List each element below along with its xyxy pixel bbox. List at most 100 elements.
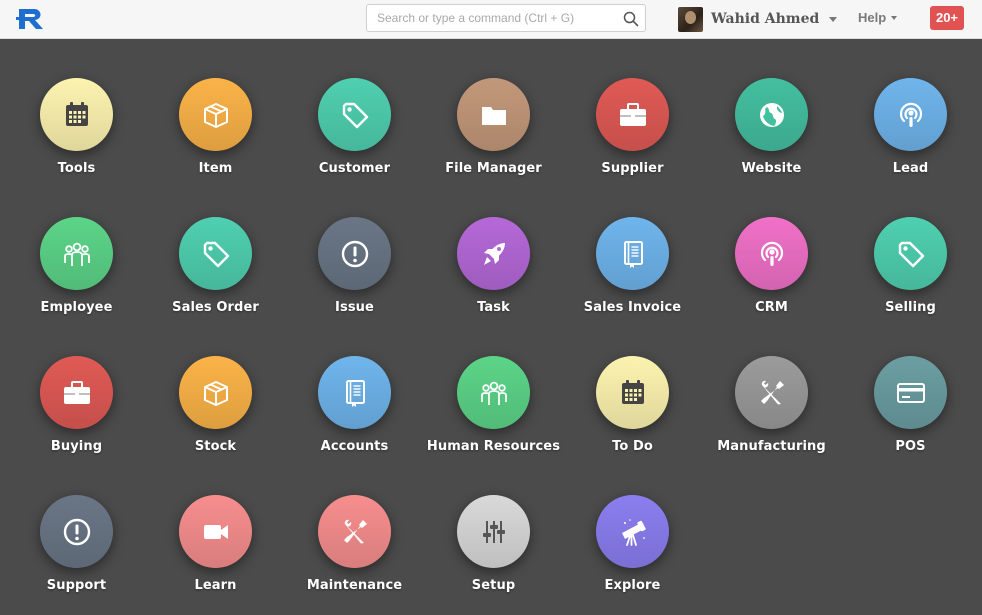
module-icon-circle[interactable] bbox=[40, 356, 113, 429]
chevron-down-icon bbox=[829, 16, 838, 22]
group-icon bbox=[63, 242, 90, 266]
module-label: POS bbox=[895, 439, 926, 454]
module-tile-sales-order[interactable]: Sales Order bbox=[146, 217, 285, 342]
exclamation-icon bbox=[63, 518, 90, 545]
wrench-screwdriver-icon bbox=[343, 519, 367, 543]
module-icon-circle[interactable] bbox=[318, 217, 391, 290]
module-tile-setup[interactable]: Setup bbox=[424, 495, 563, 615]
rocket-icon bbox=[483, 242, 505, 265]
module-tile-learn[interactable]: Learn bbox=[146, 495, 285, 615]
module-icon-circle[interactable] bbox=[874, 78, 947, 151]
folder-icon bbox=[481, 106, 506, 125]
module-icon-circle[interactable] bbox=[179, 78, 252, 151]
module-tile-maintenance[interactable]: Maintenance bbox=[285, 495, 424, 615]
module-tile-explore[interactable]: Explore bbox=[563, 495, 702, 615]
module-label: Support bbox=[46, 578, 107, 593]
module-icon-circle[interactable] bbox=[596, 356, 669, 429]
tag-icon bbox=[898, 241, 924, 267]
module-tile-support[interactable]: Support bbox=[7, 495, 146, 615]
module-icon-circle[interactable] bbox=[318, 78, 391, 151]
module-icon-circle[interactable] bbox=[457, 78, 530, 151]
module-tile-website[interactable]: Website bbox=[702, 78, 841, 203]
video-camera-icon bbox=[203, 524, 228, 539]
notification-badge[interactable]: 20+ bbox=[930, 6, 964, 30]
user-name: Wahid Ahmed bbox=[711, 11, 820, 27]
logo-icon bbox=[16, 9, 43, 29]
module-label: Employee bbox=[40, 300, 113, 315]
module-icon-circle[interactable] bbox=[596, 217, 669, 290]
app-logo[interactable] bbox=[16, 7, 48, 31]
module-icon-circle[interactable] bbox=[457, 356, 530, 429]
group-icon bbox=[480, 381, 507, 405]
module-tile-lead[interactable]: Lead bbox=[841, 78, 980, 203]
module-label: Stock bbox=[194, 439, 237, 454]
module-icon-circle[interactable] bbox=[179, 495, 252, 568]
calendar-icon bbox=[621, 379, 644, 404]
module-tile-buying[interactable]: Buying bbox=[7, 356, 146, 481]
tag-icon bbox=[342, 102, 368, 128]
wrench-screwdriver-icon bbox=[760, 380, 784, 404]
module-label: Explore bbox=[604, 578, 661, 593]
module-icon-circle[interactable] bbox=[318, 356, 391, 429]
module-label: CRM bbox=[755, 300, 788, 315]
module-icon-circle[interactable] bbox=[874, 217, 947, 290]
module-label: Learn bbox=[194, 578, 237, 593]
search-input[interactable] bbox=[367, 5, 617, 31]
module-icon-circle[interactable] bbox=[457, 217, 530, 290]
module-icon-circle[interactable] bbox=[179, 217, 252, 290]
module-label: Maintenance bbox=[306, 578, 403, 593]
module-label: Human Resources bbox=[426, 439, 561, 454]
credit-card-icon bbox=[896, 382, 925, 403]
module-label: Tools bbox=[57, 161, 96, 176]
module-icon-circle[interactable] bbox=[596, 495, 669, 568]
module-icon-circle[interactable] bbox=[735, 217, 808, 290]
module-label: Setup bbox=[471, 578, 516, 593]
module-label: Issue bbox=[335, 300, 374, 315]
module-tile-issue[interactable]: Issue bbox=[285, 217, 424, 342]
module-label: Website bbox=[741, 161, 802, 176]
help-menu[interactable]: Help bbox=[858, 10, 898, 25]
module-tile-task[interactable]: Task bbox=[424, 217, 563, 342]
avatar bbox=[678, 6, 703, 32]
module-icon-circle[interactable] bbox=[735, 356, 808, 429]
module-tile-sales-invoice[interactable]: Sales Invoice bbox=[563, 217, 702, 342]
module-tile-manufacturing[interactable]: Manufacturing bbox=[702, 356, 841, 481]
module-label: Sales Invoice bbox=[583, 300, 682, 315]
briefcase-icon bbox=[63, 380, 90, 404]
module-label: File Manager bbox=[445, 161, 542, 176]
command-search[interactable] bbox=[366, 4, 646, 32]
chevron-down-icon bbox=[891, 15, 898, 20]
module-icon-circle[interactable] bbox=[40, 495, 113, 568]
module-tile-file-manager[interactable]: File Manager bbox=[424, 78, 563, 203]
module-tile-stock[interactable]: Stock bbox=[146, 356, 285, 481]
module-icon-circle[interactable] bbox=[179, 356, 252, 429]
module-icon-circle[interactable] bbox=[40, 78, 113, 151]
module-tile-item[interactable]: Item bbox=[146, 78, 285, 203]
module-tile-human-resources[interactable]: Human Resources bbox=[424, 356, 563, 481]
module-tile-accounts[interactable]: Accounts bbox=[285, 356, 424, 481]
module-tile-selling[interactable]: Selling bbox=[841, 217, 980, 342]
module-icon-circle[interactable] bbox=[457, 495, 530, 568]
podcast-icon bbox=[760, 241, 783, 266]
module-tile-tools[interactable]: Tools bbox=[7, 78, 146, 203]
module-icon-circle[interactable] bbox=[735, 78, 808, 151]
module-icon-circle[interactable] bbox=[318, 495, 391, 568]
module-icon-circle[interactable] bbox=[40, 217, 113, 290]
podcast-icon bbox=[899, 102, 922, 127]
module-tile-supplier[interactable]: Supplier bbox=[563, 78, 702, 203]
briefcase-icon bbox=[619, 102, 646, 126]
module-tile-employee[interactable]: Employee bbox=[7, 217, 146, 342]
search-icon[interactable] bbox=[623, 11, 639, 27]
module-tile-customer[interactable]: Customer bbox=[285, 78, 424, 203]
module-tile-crm[interactable]: CRM bbox=[702, 217, 841, 342]
exclamation-icon bbox=[341, 240, 368, 267]
module-tile-pos[interactable]: POS bbox=[841, 356, 980, 481]
module-icon-circle[interactable] bbox=[874, 356, 947, 429]
module-tile-to-do[interactable]: To Do bbox=[563, 356, 702, 481]
user-menu[interactable]: Wahid Ahmed bbox=[678, 5, 838, 33]
module-label: Selling bbox=[885, 300, 936, 315]
book-icon bbox=[623, 240, 643, 268]
telescope-icon bbox=[621, 518, 646, 546]
module-icon-circle[interactable] bbox=[596, 78, 669, 151]
calendar-icon bbox=[65, 101, 88, 126]
